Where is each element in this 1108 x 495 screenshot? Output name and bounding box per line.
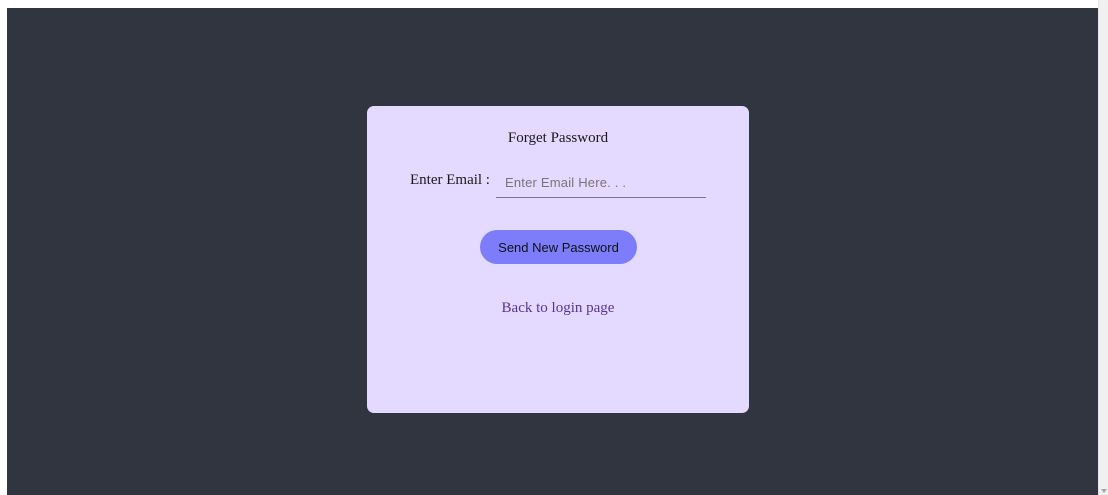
email-input[interactable] — [496, 167, 706, 198]
page-background: Forget Password Enter Email : Send New P… — [7, 8, 1098, 495]
form-title: Forget Password — [507, 130, 609, 146]
vertical-scrollbar[interactable] — [1098, 0, 1108, 495]
scroll-down-arrow-icon[interactable] — [1101, 489, 1107, 493]
back-to-login-link[interactable]: Back to login page — [367, 300, 749, 317]
forgot-password-card: Forget Password Enter Email : Send New P… — [367, 106, 749, 413]
email-label: Enter Email : — [410, 172, 490, 188]
send-new-password-button[interactable]: Send New Password — [480, 230, 637, 264]
